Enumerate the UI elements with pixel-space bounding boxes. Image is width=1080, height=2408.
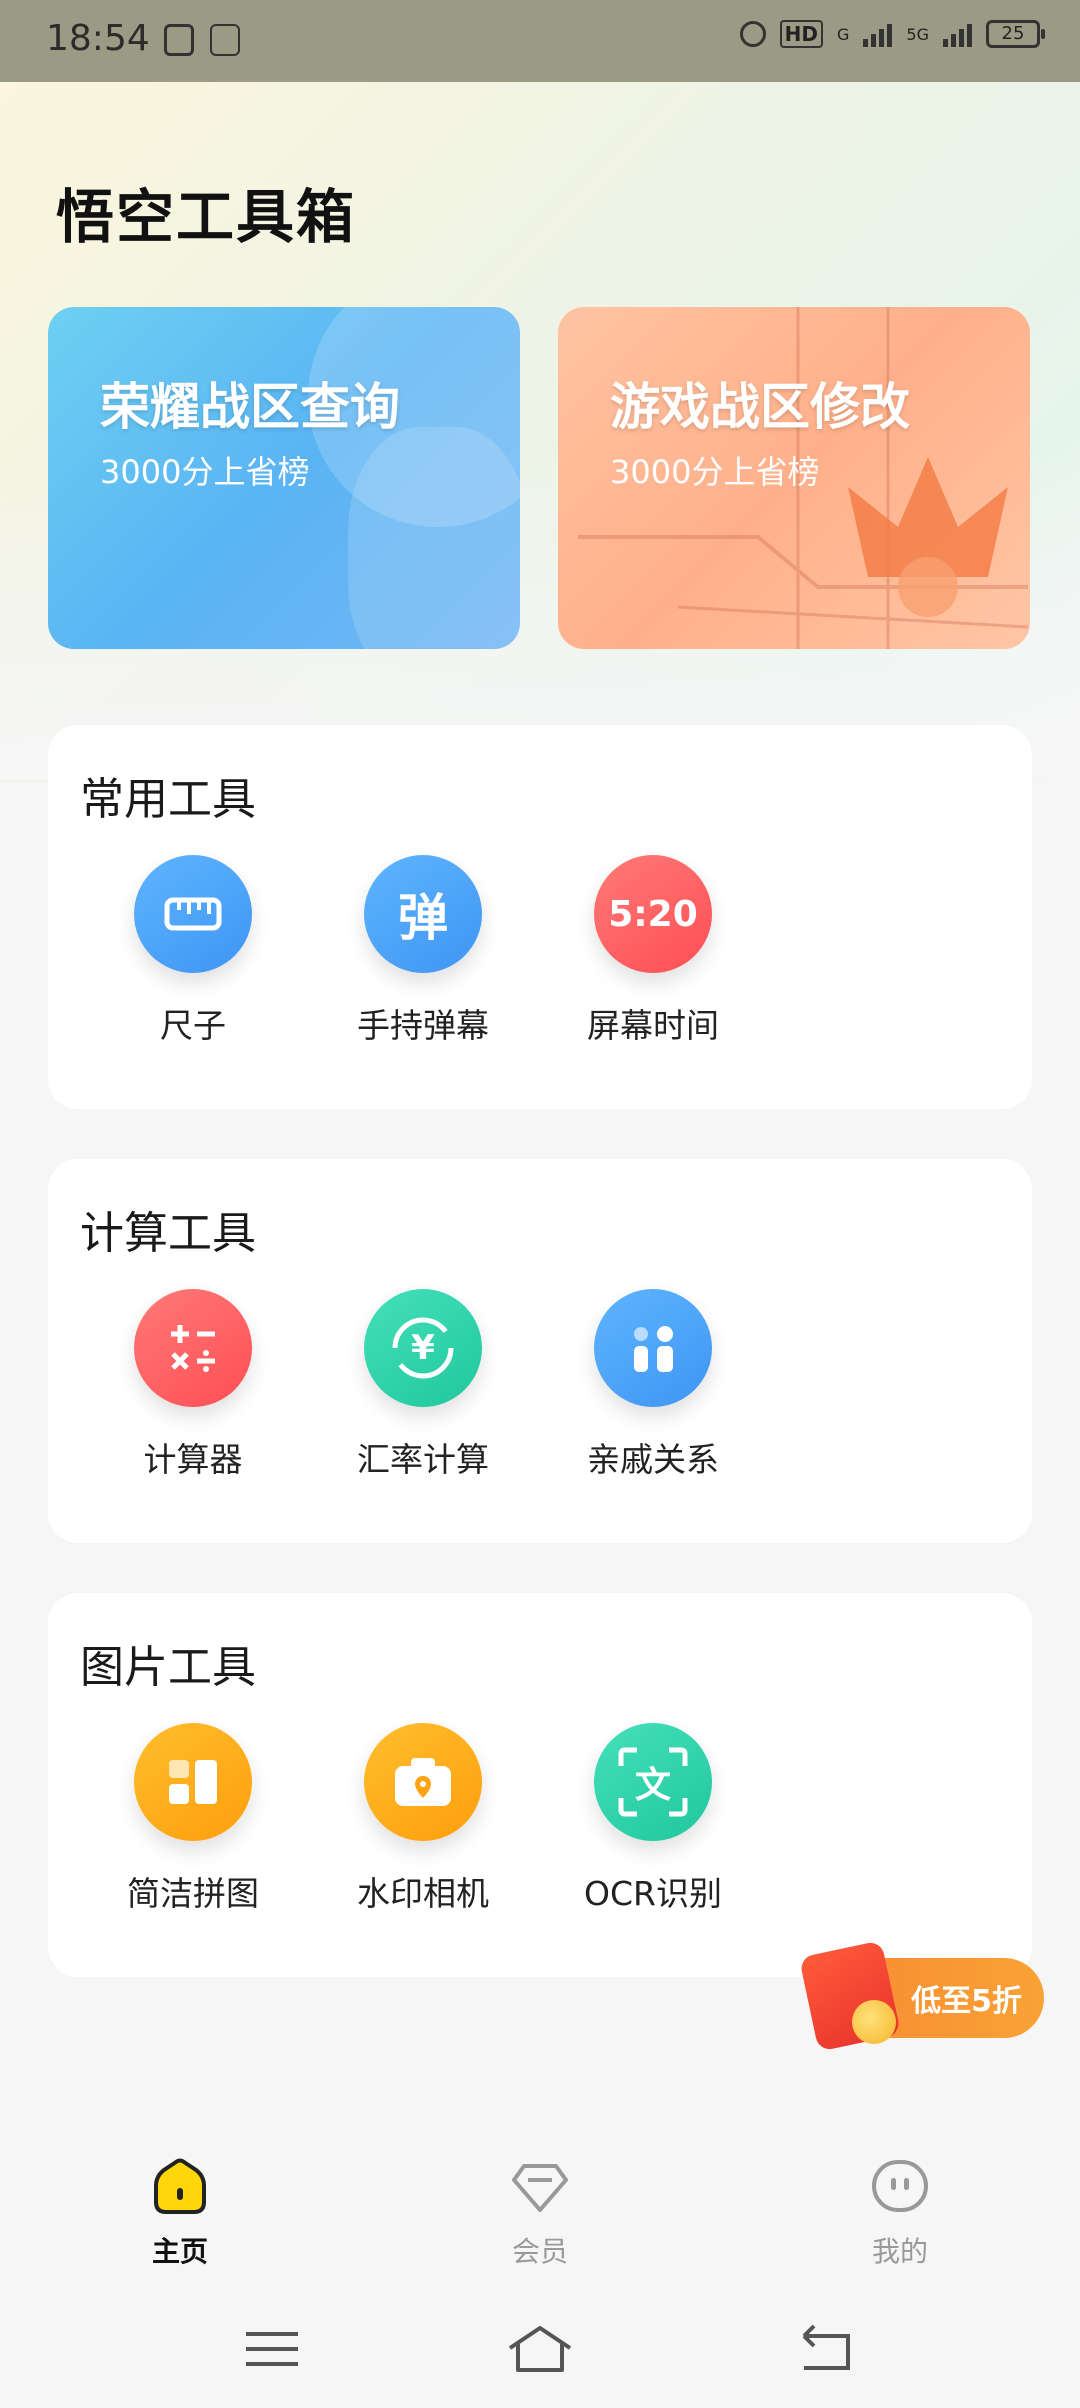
tool-screen-time[interactable]: 5:20 屏幕时间	[553, 855, 753, 1047]
system-navigation-bar	[0, 2290, 1080, 2408]
tool-label: 尺子	[160, 1006, 226, 1045]
ocr-glyph: 文	[634, 1765, 671, 1806]
coin-icon	[852, 2000, 896, 2044]
tool-label: 屏幕时间	[587, 1006, 719, 1045]
ocr-icon: 文	[594, 1723, 712, 1841]
section-title: 计算工具	[80, 1208, 256, 1259]
banner-rank-query[interactable]: 荣耀战区查询 3000分上省榜	[48, 307, 520, 649]
exchange-rate-icon: ¥	[364, 1289, 482, 1407]
tool-ocr[interactable]: 文 OCR识别	[553, 1723, 753, 1915]
home-icon	[150, 2156, 210, 2216]
tool-relatives[interactable]: 亲戚关系	[553, 1289, 753, 1481]
ruler-icon	[134, 855, 252, 973]
relatives-icon	[594, 1289, 712, 1407]
menu-icon[interactable]	[232, 2314, 312, 2384]
tool-label: OCR识别	[584, 1874, 722, 1913]
watermark-camera-icon	[364, 1723, 482, 1841]
promo-label: 低至5折	[911, 1984, 1022, 2019]
banner-hero-art-2	[348, 427, 520, 649]
section-image-tools: 图片工具 简洁拼图 水印相机 文 OCR识别	[48, 1593, 1032, 1977]
tool-label: 简洁拼图	[127, 1874, 259, 1913]
nav-item-home[interactable]: 主页	[100, 2156, 260, 2270]
nav-label: 主页	[151, 2235, 208, 2268]
promo-discount-button[interactable]: 低至5折	[798, 1940, 1044, 2052]
hd-label: HD	[779, 20, 824, 48]
status-time: 18:54	[46, 18, 150, 59]
crown-emblem-icon	[848, 457, 1008, 617]
section-common-tools: 常用工具 尺子 弹 手持弹幕 5:20 屏幕时间	[48, 725, 1032, 1109]
system-home-icon[interactable]	[500, 2314, 580, 2384]
nav-item-vip[interactable]: 会员	[460, 2156, 620, 2270]
banner-subtitle: 3000分上省榜	[100, 453, 310, 491]
banner-rank-modify[interactable]: 游戏战区修改 3000分上省榜	[558, 307, 1030, 649]
tool-label: 水印相机	[357, 1874, 489, 1913]
status-bar: 18:54 HD G 5G 25	[0, 0, 1080, 82]
network-type-2: 5G	[906, 24, 929, 44]
signal-strength-1-icon	[863, 21, 893, 47]
tool-collage[interactable]: 简洁拼图	[93, 1723, 293, 1915]
section-title: 常用工具	[80, 774, 256, 825]
yuan-glyph: ¥	[411, 1328, 435, 1368]
status-indicators: HD G 5G 25	[739, 20, 1045, 48]
section-calc-tools: 计算工具 计算器 ¥ 汇率计算 亲戚关系	[48, 1159, 1032, 1543]
section-title: 图片工具	[80, 1642, 256, 1693]
nav-label: 会员	[511, 2235, 568, 2268]
tool-label: 手持弹幕	[357, 1006, 489, 1045]
profile-icon	[870, 2156, 930, 2216]
banner-title: 荣耀战区查询	[100, 378, 400, 436]
tool-label: 汇率计算	[357, 1440, 489, 1479]
alarm-icon	[739, 21, 766, 47]
tool-ruler[interactable]: 尺子	[93, 855, 293, 1047]
tool-exchange-rate[interactable]: ¥ 汇率计算	[323, 1289, 523, 1481]
vip-gem-icon	[510, 2156, 570, 2216]
collage-icon	[134, 1723, 252, 1841]
bottom-navigation: 主页 会员 我的	[0, 2130, 1080, 2280]
nav-label: 我的	[871, 2235, 928, 2268]
back-icon[interactable]	[784, 2314, 864, 2384]
nav-item-profile[interactable]: 我的	[820, 2156, 980, 2270]
tool-danmaku[interactable]: 弹 手持弹幕	[323, 855, 523, 1047]
file-notification-icon	[210, 24, 240, 56]
battery-icon: 25	[986, 20, 1045, 48]
danmaku-icon: 弹	[364, 855, 482, 973]
tool-watermark-camera[interactable]: 水印相机	[323, 1723, 523, 1915]
page-title: 悟空工具箱	[56, 183, 357, 251]
app-notification-icon	[164, 24, 194, 56]
tool-calculator[interactable]: 计算器	[93, 1289, 293, 1481]
tool-label: 计算器	[143, 1440, 243, 1479]
banner-title: 游戏战区修改	[610, 378, 910, 436]
banner-subtitle: 3000分上省榜	[610, 453, 820, 491]
network-type-1: G	[837, 24, 850, 44]
calculator-icon	[134, 1289, 252, 1407]
tool-label: 亲戚关系	[587, 1440, 719, 1479]
signal-strength-2-icon	[943, 21, 972, 47]
screen-time-icon: 5:20	[594, 855, 712, 973]
